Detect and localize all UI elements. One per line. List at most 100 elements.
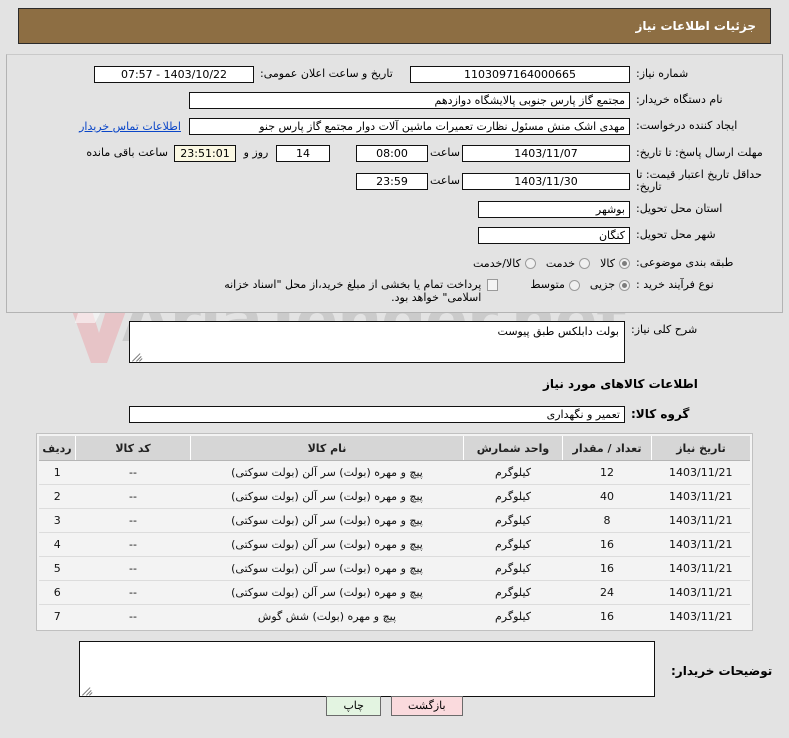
cell-qty: 16 xyxy=(562,604,652,628)
treasury-checkbox[interactable] xyxy=(487,279,499,291)
col-header-date: تاریخ نیاز xyxy=(651,436,750,461)
col-header-radif: ردیف xyxy=(39,436,76,461)
process-type-label: نوع فرآیند خرید : xyxy=(636,278,714,291)
goods-group-value: تعمیر و نگهداری xyxy=(129,405,625,423)
remaining-days-separator: روز و xyxy=(243,146,269,159)
description-section: شرح کلی نیاز: بولت دابلکس طبق پیوست xyxy=(6,321,783,363)
items-table-wrapper: تاریخ نیاز تعداد / مقدار واحد شمارش نام … xyxy=(36,433,753,631)
price-validity-label: حداقل تاریخ اعتبار قیمت: تا تاریخ: xyxy=(636,168,762,193)
description-textarea[interactable]: بولت دابلکس طبق پیوست xyxy=(129,321,625,363)
page-title: جزئیات اطلاعات نیاز xyxy=(635,19,756,33)
cell-name: پیچ و مهره (بولت) سر آلن (بولت سوکتی) xyxy=(190,484,464,509)
resize-grip-icon-2[interactable] xyxy=(82,685,93,696)
response-deadline-time: 08:00 xyxy=(356,144,428,162)
cell-date: 1403/11/21 xyxy=(651,556,750,581)
cell-qty: 16 xyxy=(562,532,652,557)
classification-radio-kala-khedmat[interactable] xyxy=(524,257,536,269)
items-table-header-row: تاریخ نیاز تعداد / مقدار واحد شمارش نام … xyxy=(39,436,750,461)
cell-unit: کیلوگرم xyxy=(463,460,563,485)
row-city: شهر محل تحویل: کنگان xyxy=(7,224,782,246)
resize-grip-icon[interactable] xyxy=(132,351,143,362)
need-number-label: شماره نیاز: xyxy=(636,67,689,80)
cell-radif: 2 xyxy=(39,484,76,509)
cell-qty: 24 xyxy=(562,580,652,605)
cell-date: 1403/11/21 xyxy=(651,460,750,485)
cell-date: 1403/11/21 xyxy=(651,532,750,557)
remaining-time-value: 23:51:01 xyxy=(174,144,236,162)
goods-group-label: گروه کالا: xyxy=(631,407,690,421)
price-validity-time: 23:59 xyxy=(356,172,428,190)
row-description: شرح کلی نیاز: بولت دابلکس طبق پیوست xyxy=(6,321,783,363)
province-label: استان محل تحویل: xyxy=(636,202,723,215)
cell-date: 1403/11/21 xyxy=(651,508,750,533)
buyer-notes-label: توضیحات خریدار: xyxy=(671,664,773,678)
row-classification: طبقه بندی موضوعی: کالا خدمت کالا/خدمت xyxy=(7,252,782,274)
response-deadline-date: 1403/11/07 xyxy=(462,144,630,162)
buyer-notes-textarea[interactable] xyxy=(79,641,655,697)
remaining-days-value: 14 xyxy=(276,144,330,162)
cell-unit: کیلوگرم xyxy=(463,484,563,509)
cell-date: 1403/11/21 xyxy=(651,484,750,509)
items-table: تاریخ نیاز تعداد / مقدار واحد شمارش نام … xyxy=(39,436,750,628)
cell-name: پیچ و مهره (بولت) سر آلن (بولت سوکتی) xyxy=(190,508,464,533)
row-buyer-notes: توضیحات خریدار: xyxy=(6,641,783,697)
cell-code: -- xyxy=(75,580,191,605)
cell-code: -- xyxy=(75,460,191,485)
col-header-code: کد کالا xyxy=(75,436,191,461)
col-header-unit: واحد شمارش xyxy=(463,436,563,461)
cell-radif: 5 xyxy=(39,556,76,581)
cell-unit: کیلوگرم xyxy=(463,556,563,581)
row-need-number: شماره نیاز: 1103097164000665 تاریخ و ساع… xyxy=(7,63,782,85)
table-row: 1403/11/21 24 کیلوگرم پیچ و مهره (بولت) سر … xyxy=(39,580,750,605)
table-row: 1403/11/21 8 کیلوگرم پیچ و مهره (بولت) سر آ… xyxy=(39,508,750,533)
cell-qty: 16 xyxy=(562,556,652,581)
goods-section-heading: اطلاعات کالاهای مورد نیاز xyxy=(543,377,698,391)
cell-code: -- xyxy=(75,484,191,509)
remaining-time-suffix: ساعت باقی مانده xyxy=(86,146,168,159)
cell-radif: 7 xyxy=(39,604,76,628)
response-deadline-label: مهلت ارسال پاسخ: تا تاریخ: xyxy=(636,146,763,159)
process-type-radio-jozii[interactable] xyxy=(619,280,630,291)
need-info-panel: شماره نیاز: 1103097164000665 تاریخ و ساع… xyxy=(6,54,783,313)
cell-code: -- xyxy=(75,556,191,581)
cell-unit: کیلوگرم xyxy=(463,604,563,628)
page-header: جزئیات اطلاعات نیاز xyxy=(18,8,771,44)
classification-radio-kala[interactable] xyxy=(619,257,630,269)
table-row: 1403/11/21 16 کیلوگرم پیچ و مهره (بولت) شش … xyxy=(39,604,750,628)
table-row: 1403/11/21 12 کیلوگرم پیچ و مهره (بولت) سر … xyxy=(39,460,750,485)
cell-code: -- xyxy=(75,532,191,557)
classification-label: طبقه بندی موضوعی: xyxy=(636,256,734,269)
col-header-qty: تعداد / مقدار xyxy=(562,436,652,461)
buyer-notes-section: توضیحات خریدار: xyxy=(6,641,783,697)
cell-unit: کیلوگرم xyxy=(463,508,563,533)
row-process-type: نوع فرآیند خرید : جزیی متوسط پرداخت تمام… xyxy=(7,278,782,304)
cell-qty: 8 xyxy=(562,508,652,533)
col-header-name: نام کالا xyxy=(190,436,464,461)
cell-radif: 3 xyxy=(39,508,76,533)
classification-option-label-0: کالا xyxy=(600,256,615,270)
description-label: شرح کلی نیاز: xyxy=(631,323,698,336)
items-table-body: 1403/11/21 12 کیلوگرم پیچ و مهره (بولت) سر … xyxy=(39,460,750,628)
cell-code: -- xyxy=(75,604,191,628)
cell-qty: 12 xyxy=(562,460,652,485)
row-response-deadline: مهلت ارسال پاسخ: تا تاریخ: 1403/11/07 سا… xyxy=(7,142,782,164)
back-button[interactable]: بازگشت xyxy=(390,696,463,716)
footer-button-bar: بازگشت چاپ xyxy=(0,696,789,716)
classification-radio-khedmat[interactable] xyxy=(579,257,591,269)
need-number-value: 1103097164000665 xyxy=(410,65,630,83)
buyer-contact-link[interactable]: اطلاعات تماس خریدار xyxy=(79,120,181,133)
table-row: 1403/11/21 16 کیلوگرم پیچ و مهره (بولت) سر … xyxy=(39,556,750,581)
cell-unit: کیلوگرم xyxy=(463,532,563,557)
city-value: کنگان xyxy=(478,226,630,244)
process-type-radio-motevaset[interactable] xyxy=(568,280,580,291)
cell-radif: 1 xyxy=(39,460,76,485)
row-price-validity: حداقل تاریخ اعتبار قیمت: تا تاریخ: 1403/… xyxy=(7,169,782,193)
classification-option-label-1: خدمت xyxy=(545,256,576,270)
row-buyer-org: نام دستگاه خریدار: مجتمع گاز پارس جنوبی … xyxy=(7,89,782,111)
city-label: شهر محل تحویل: xyxy=(636,228,716,241)
cell-unit: کیلوگرم xyxy=(463,580,563,605)
cell-name: پیچ و مهره (بولت) شش گوش xyxy=(190,604,464,628)
cell-radif: 6 xyxy=(39,580,76,605)
province-value: بوشهر xyxy=(478,200,630,218)
print-button[interactable]: چاپ xyxy=(326,696,381,716)
